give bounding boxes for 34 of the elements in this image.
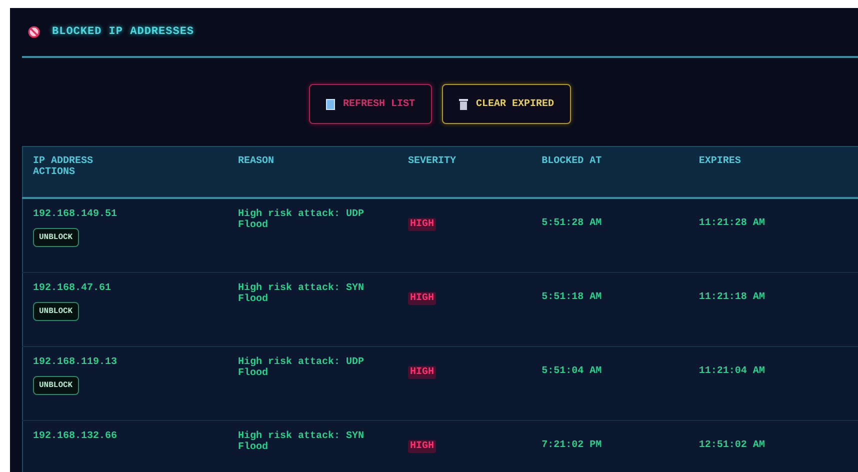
unblock-button[interactable]: UNBLOCK [33,302,79,321]
severity-badge: HIGH [408,218,436,231]
panel-title: BLOCKED IP ADDRESSES [52,26,194,38]
reason-text: High risk attack: SYN Flood [238,431,364,453]
ip-address: 192.168.47.61 [33,283,112,294]
unblock-button[interactable]: UNBLOCK [33,376,79,395]
column-header: IP ADDRESS ACTIONS [22,146,228,198]
document-icon [326,98,335,110]
trash-icon [459,98,468,110]
expiry-time: 11:21:18 AM [698,292,765,303]
ip-address: 192.168.119.13 [33,357,118,368]
blocked-icon [28,26,40,38]
reason-text: High risk attack: UDP Flood [238,357,364,379]
ip-address: 192.168.149.51 [33,209,118,220]
clear-button[interactable]: CLEAR EXPIRED [442,84,572,124]
reason-text: High risk attack: SYN Flood [238,283,364,305]
severity-badge: HIGH [408,292,436,305]
ip-address: 192.168.132.66 [33,431,118,442]
severity-badge: HIGH [408,440,436,453]
expiry-time: 11:21:28 AM [698,218,765,229]
refresh-button[interactable]: REFRESH LIST [308,84,432,124]
column-header: EXPIRES [688,146,858,198]
unblock-button[interactable]: UNBLOCK [33,228,79,247]
expiry-time: 12:51:02 AM [698,440,765,451]
column-header: SEVERITY [398,146,532,198]
blocked-time: 5:51:28 AM [542,218,602,229]
column-header: REASON [228,146,398,198]
reason-text: High risk attack: UDP Flood [238,209,364,231]
blocked-time: 5:51:04 AM [542,366,602,377]
blocked-time: 5:51:18 AM [542,292,602,303]
expiry-time: 11:21:04 AM [698,366,765,377]
column-header: BLOCKED AT [532,146,689,198]
blocked-time: 7:21:02 PM [542,440,602,451]
severity-badge: HIGH [408,366,436,379]
